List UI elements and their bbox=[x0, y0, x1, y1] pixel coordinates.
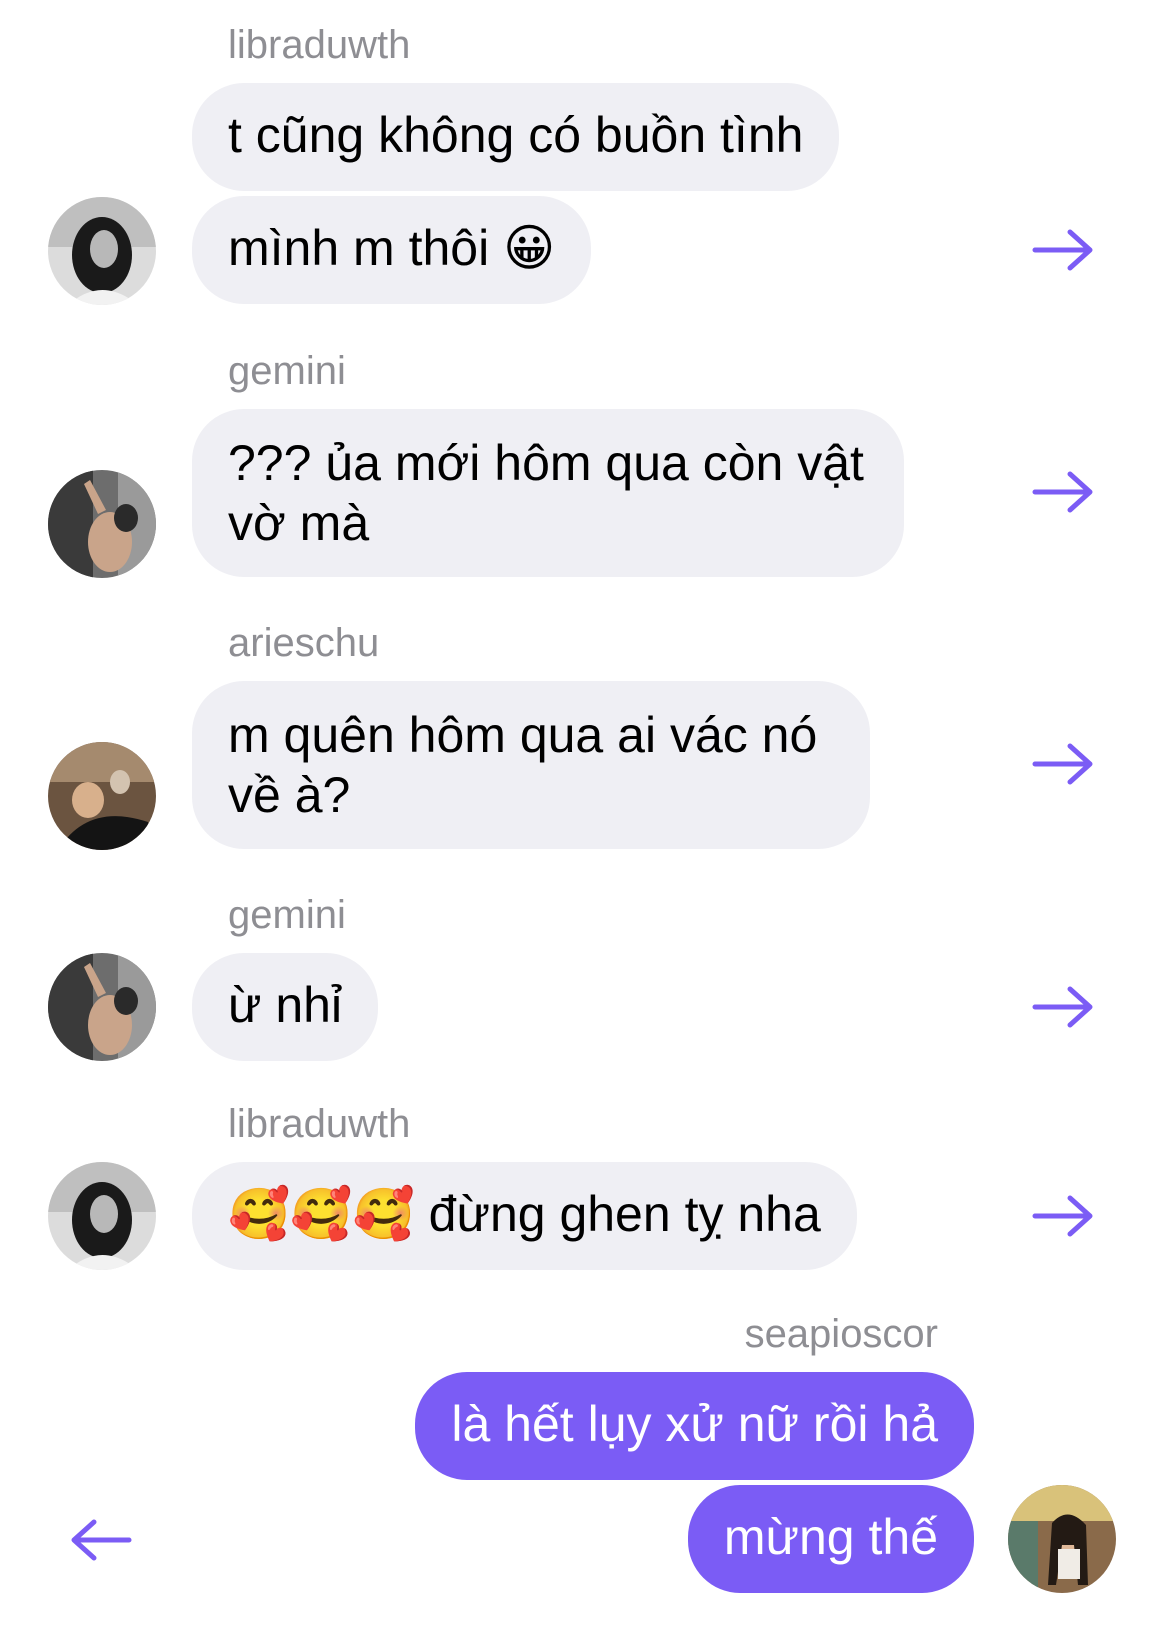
sender-name: libraduwth bbox=[228, 1102, 411, 1146]
sender-name: gemini bbox=[228, 893, 346, 937]
message-bubble[interactable]: ừ nhỉ bbox=[192, 953, 379, 1061]
message-bubble[interactable]: ??? ủa mới hôm qua còn vật vờ mà bbox=[192, 409, 904, 577]
message-bubble-own[interactable]: mừng thế bbox=[687, 1485, 974, 1593]
forward-arrow-icon[interactable] bbox=[1032, 228, 1094, 272]
avatar-gemini[interactable] bbox=[48, 470, 156, 578]
avatar-gemini[interactable] bbox=[48, 953, 156, 1061]
sender-name: arieschu bbox=[228, 621, 380, 665]
forward-arrow-icon[interactable] bbox=[1032, 985, 1094, 1029]
message-bubble[interactable]: m quên hôm qua ai vác nó về à? bbox=[192, 681, 870, 849]
forward-arrow-icon[interactable] bbox=[1032, 470, 1094, 514]
message-bubble[interactable]: mình m thôi 😀 bbox=[192, 196, 592, 304]
forward-arrow-icon[interactable] bbox=[1032, 1194, 1094, 1238]
avatar-arieschu[interactable] bbox=[48, 742, 156, 850]
avatar-libraduwth[interactable] bbox=[48, 197, 156, 305]
message-bubble-own[interactable]: là hết lụy xử nữ rồi hả bbox=[415, 1372, 974, 1480]
sender-name: seapioscor bbox=[744, 1312, 938, 1356]
message-bubble[interactable]: 🥰🥰🥰 đừng ghen tỵ nha bbox=[192, 1162, 857, 1270]
back-arrow-icon[interactable] bbox=[70, 1518, 132, 1562]
forward-arrow-icon[interactable] bbox=[1032, 742, 1094, 786]
sender-name: libraduwth bbox=[228, 23, 411, 67]
avatar-seapioscor[interactable] bbox=[1008, 1485, 1116, 1593]
sender-name: gemini bbox=[228, 349, 346, 393]
avatar-libraduwth[interactable] bbox=[48, 1162, 156, 1270]
message-bubble[interactable]: t cũng không có buồn tình bbox=[192, 83, 840, 191]
